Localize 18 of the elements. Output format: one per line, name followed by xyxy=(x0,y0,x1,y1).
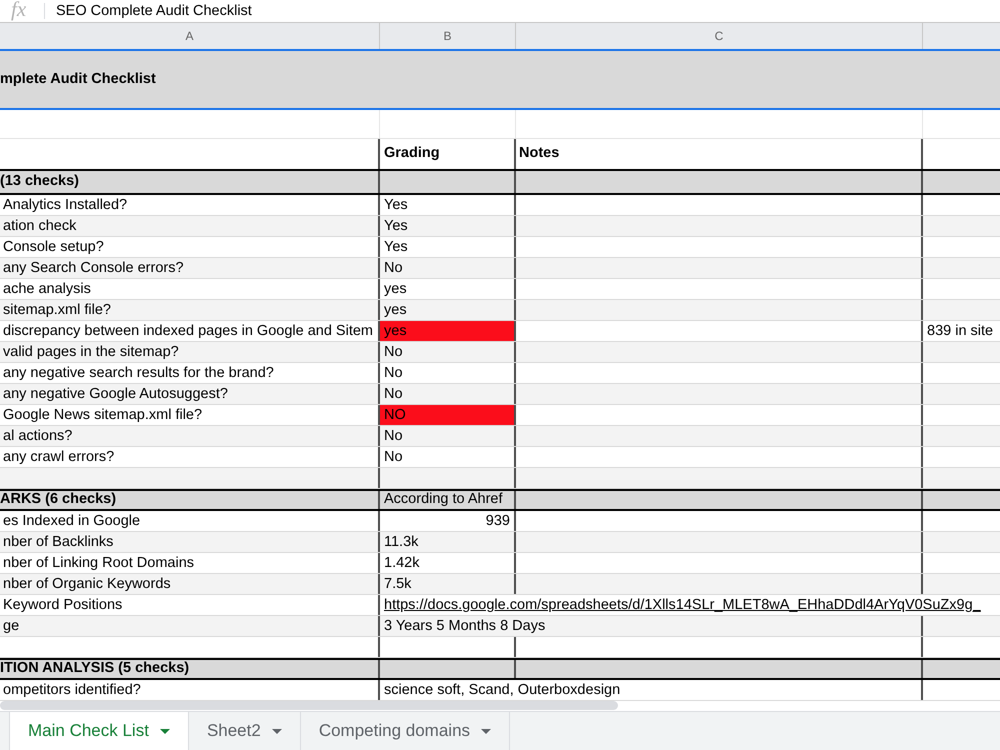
section-heading: ITION ANALYSIS (5 checks) xyxy=(0,660,380,678)
caret-icon xyxy=(272,728,282,734)
sheet-tab[interactable]: Sheet2 xyxy=(188,712,301,750)
section-grading-cell: According to Ahref xyxy=(380,491,516,509)
caret-icon xyxy=(160,728,170,734)
grading-cell: yes xyxy=(380,321,516,341)
sheet-tab[interactable]: Main Check List xyxy=(10,712,189,750)
caret-icon xyxy=(481,728,492,734)
section-heading: ARKS (6 checks) xyxy=(0,491,380,509)
formula-input[interactable]: SEO Complete Audit Checklist xyxy=(45,1,252,21)
title-cell: mplete Audit Checklist xyxy=(0,49,1000,110)
grading-cell: NO xyxy=(380,405,516,425)
section-heading: (13 checks) xyxy=(0,171,380,193)
note-cell-text: 839 in site xyxy=(926,322,994,341)
link-cell[interactable]: https://docs.google.com/spreadsheets/d/1Xlls14SLr_MLET8wA_EHhaDDdl4ArYqV0SuZx9g_ xyxy=(380,595,1000,615)
fx-label: fx xyxy=(10,0,28,19)
horizontal-scrollbar[interactable] xyxy=(0,701,618,710)
sheet-tab[interactable]: Competing domains xyxy=(300,712,510,750)
